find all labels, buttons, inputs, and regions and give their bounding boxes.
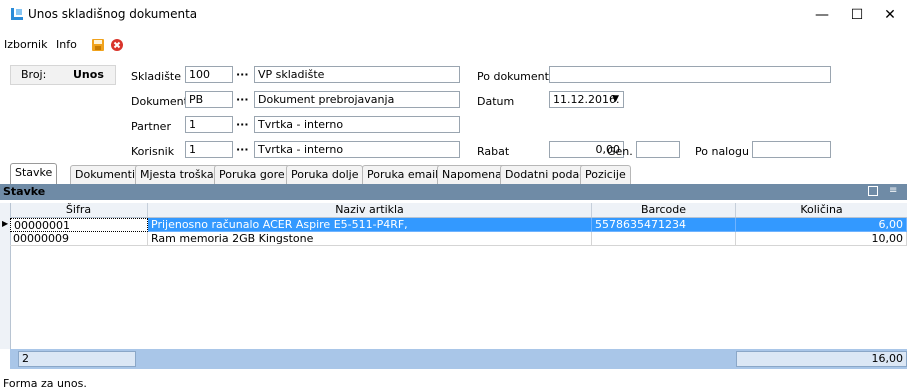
cell-kolicina[interactable]: 6,00 [736,218,907,232]
skladiste-label: Skladište [131,70,181,83]
status-bar: Forma za unos. [3,377,87,390]
skladiste-code-field[interactable]: 100 [185,66,233,83]
gen-label: Gen. [607,145,633,158]
chevron-down-icon[interactable]: ▼ [612,92,619,107]
broj-label: Broj: [21,68,47,81]
tab-pozicije[interactable]: Pozicije [580,165,631,184]
datum-label: Datum [477,95,515,108]
app-icon [11,8,23,20]
partner-name-field[interactable]: Tvrtka - interno [254,116,460,133]
menu-icon[interactable]: ≡ [889,185,897,196]
maximize-button[interactable]: ☐ [840,0,874,30]
title-bar: Unos skladišnog dokumenta — ☐ ✕ [0,0,907,30]
korisnik-name-field[interactable]: Tvrtka - interno [254,141,460,158]
collapse-icon[interactable] [868,186,878,196]
po-dokumentu-label: Po dokumentu [477,70,556,83]
tab-stavke[interactable]: Stavke [10,163,58,185]
cell-naziv[interactable]: Prijenosno računalo ACER Aspire E5-511-P… [148,218,592,232]
footer-count: 2 [18,351,136,367]
section-header: Stavke ≡ [0,184,907,200]
cancel-icon[interactable] [110,38,124,52]
cell-sifra[interactable]: 00000009 [10,232,148,246]
gen-field[interactable] [636,141,680,158]
save-icon[interactable] [91,38,105,52]
menu-info[interactable]: Info [56,38,77,51]
po-nalogu-field[interactable] [752,141,831,158]
korisnik-lookup-button[interactable]: ··· [236,143,249,156]
column-header-sifra[interactable]: Šifra [10,203,148,217]
tab-napomena[interactable]: Napomena [437,165,507,184]
footer-total: 16,00 [736,351,907,367]
dokument-lookup-button[interactable]: ··· [236,93,249,106]
tab-poruka-email[interactable]: Poruka email [362,165,444,184]
skladiste-lookup-button[interactable]: ··· [236,68,249,81]
partner-label: Partner [131,120,171,133]
partner-lookup-button[interactable]: ··· [236,118,249,131]
korisnik-label: Korisnik [131,145,175,158]
dokument-code-field[interactable]: PB [185,91,233,108]
cell-kolicina[interactable]: 10,00 [736,232,907,246]
minimize-button[interactable]: — [805,0,839,30]
cell-naziv[interactable]: Ram memoria 2GB Kingstone [148,232,592,246]
tab-dokumenti[interactable]: Dokumenti [70,165,141,184]
section-title: Stavke [3,185,46,198]
korisnik-code-field[interactable]: 1 [185,141,233,158]
table-row[interactable]: 00000001 Prijenosno računalo ACER Aspire… [10,218,907,232]
broj-box: Broj: Unos [10,65,116,85]
column-header-barcode[interactable]: Barcode [592,203,736,217]
tab-poruka-gore[interactable]: Poruka gore [214,165,290,184]
column-header-naziv[interactable]: Naziv artikla [148,203,592,217]
skladiste-name-field[interactable]: VP skladište [254,66,460,83]
po-dokumentu-field[interactable] [549,66,831,83]
cell-barcode[interactable] [592,232,736,246]
close-button[interactable]: ✕ [873,0,907,30]
dokument-name-field[interactable]: Dokument prebrojavanja [254,91,460,108]
dokument-label: Dokument [131,95,188,108]
tab-mjesta-troska[interactable]: Mjesta troška [135,165,219,184]
grid-header: Šifra Naziv artikla Barcode Količina [10,203,907,218]
rabat-label: Rabat [477,145,510,158]
table-row[interactable]: 00000009 Ram memoria 2GB Kingstone 10,00 [10,232,907,246]
po-nalogu-label: Po nalogu [695,145,749,158]
tab-poruka-dolje[interactable]: Poruka dolje [286,165,364,184]
menu-izbornik[interactable]: Izbornik [4,38,47,51]
datum-field[interactable]: 11.12.2016. ▼ [549,91,624,108]
grid-footer: 2 16,00 [10,349,907,369]
cell-barcode[interactable]: 5578635471234 [592,218,736,232]
column-header-kolicina[interactable]: Količina [736,203,907,217]
cell-sifra[interactable]: 00000001 [10,218,148,232]
partner-code-field[interactable]: 1 [185,116,233,133]
datum-value: 11.12.2016. [553,93,620,106]
tab-strip: Stavke Dokumenti Mjesta troška Poruka go… [6,163,906,185]
broj-value: Unos [73,68,104,81]
window-title: Unos skladišnog dokumenta [28,7,198,21]
current-row-icon: ▶ [2,219,9,228]
